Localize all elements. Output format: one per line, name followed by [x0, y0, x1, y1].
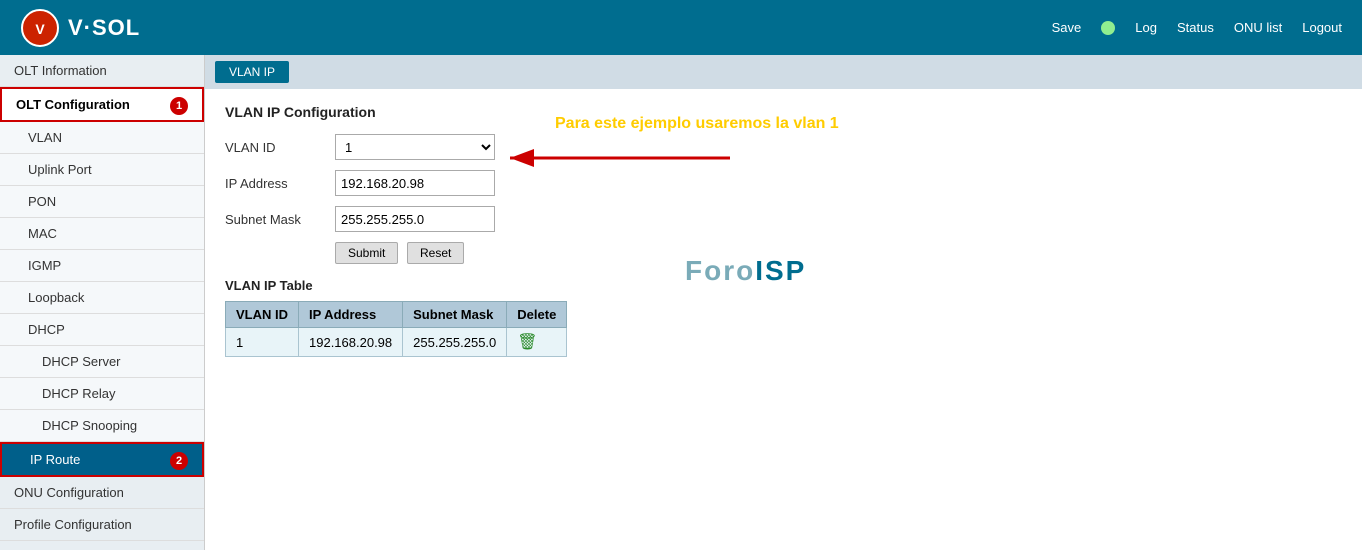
logo-area: V V·SOL [20, 8, 140, 48]
subnet-mask-label: Subnet Mask [225, 212, 335, 227]
vlan-id-row: VLAN ID 1 [225, 134, 1342, 160]
annotation-text: Para este ejemplo usaremos la vlan 1 [555, 115, 839, 133]
vlan-id-select[interactable]: 1 [335, 134, 495, 160]
sidebar-item-system-configuration[interactable]: System Configuration [0, 541, 204, 550]
subnet-mask-input[interactable] [335, 206, 495, 232]
reset-button[interactable]: Reset [407, 242, 464, 264]
nav-status[interactable]: Status [1177, 20, 1214, 35]
sidebar-item-olt-configuration[interactable]: OLT Configuration 1 [0, 87, 204, 122]
sidebar-item-olt-information[interactable]: OLT Information [0, 55, 204, 87]
sidebar-item-loopback[interactable]: Loopback [0, 282, 204, 314]
nav-onu-list[interactable]: ONU list [1234, 20, 1282, 35]
sidebar-item-onu-configuration[interactable]: ONU Configuration [0, 477, 204, 509]
col-header-delete: Delete [507, 302, 567, 328]
main-layout: OLT Information OLT Configuration 1 VLAN… [0, 55, 1362, 550]
cell-subnet-mask: 255.255.255.0 [403, 328, 507, 357]
col-header-subnet-mask: Subnet Mask [403, 302, 507, 328]
col-header-vlan-id: VLAN ID [226, 302, 299, 328]
status-indicator [1101, 21, 1115, 35]
save-button[interactable]: Save [1052, 20, 1082, 35]
sidebar: OLT Information OLT Configuration 1 VLAN… [0, 55, 205, 550]
tab-bar: VLAN IP [205, 55, 1362, 89]
ip-address-label: IP Address [225, 176, 335, 191]
vlan-ip-table: VLAN ID IP Address Subnet Mask Delete 1 … [225, 301, 567, 357]
vsol-logo-icon: V [20, 8, 60, 48]
delete-button[interactable]: 🗑 [517, 332, 537, 352]
header: V V·SOL Save Log Status ONU list Logout [0, 0, 1362, 55]
badge-1: 1 [170, 97, 188, 115]
ip-address-input[interactable] [335, 170, 495, 196]
cell-ip-address: 192.168.20.98 [299, 328, 403, 357]
subnet-mask-row: Subnet Mask [225, 206, 1342, 232]
ip-address-row: IP Address [225, 170, 1342, 196]
nav-logout[interactable]: Logout [1302, 20, 1342, 35]
sidebar-item-dhcp[interactable]: DHCP [0, 314, 204, 346]
col-header-ip-address: IP Address [299, 302, 403, 328]
form-section: VLAN IP Configuration Para este ejemplo … [205, 89, 1362, 372]
sidebar-item-uplink-port[interactable]: Uplink Port [0, 154, 204, 186]
cell-vlan-id: 1 [226, 328, 299, 357]
svg-text:V: V [35, 21, 45, 37]
sidebar-item-igmp[interactable]: IGMP [0, 250, 204, 282]
table-title: VLAN IP Table [225, 278, 1342, 293]
sidebar-item-mac[interactable]: MAC [0, 218, 204, 250]
sidebar-item-pon[interactable]: PON [0, 186, 204, 218]
form-buttons: Submit Reset [335, 242, 1342, 264]
tab-vlan-ip[interactable]: VLAN IP [215, 61, 289, 83]
sidebar-item-dhcp-server[interactable]: DHCP Server [0, 346, 204, 378]
header-nav: Save Log Status ONU list Logout [1052, 20, 1342, 35]
table-row: 1 192.168.20.98 255.255.255.0 🗑 [226, 328, 567, 357]
badge-2: 2 [170, 452, 188, 470]
submit-button[interactable]: Submit [335, 242, 398, 264]
sidebar-item-dhcp-relay[interactable]: DHCP Relay [0, 378, 204, 410]
arrow-graphic [500, 143, 740, 173]
sidebar-item-vlan[interactable]: VLAN [0, 122, 204, 154]
content-area: VLAN IP VLAN IP Configuration Para este … [205, 55, 1362, 550]
nav-log[interactable]: Log [1135, 20, 1157, 35]
cell-delete: 🗑 [507, 328, 567, 357]
vlan-id-label: VLAN ID [225, 140, 335, 155]
sidebar-item-profile-configuration[interactable]: Profile Configuration [0, 509, 204, 541]
sidebar-item-ip-route[interactable]: IP Route 2 [0, 442, 204, 477]
logo-text: V·SOL [68, 15, 140, 41]
sidebar-item-dhcp-snooping[interactable]: DHCP Snooping [0, 410, 204, 442]
